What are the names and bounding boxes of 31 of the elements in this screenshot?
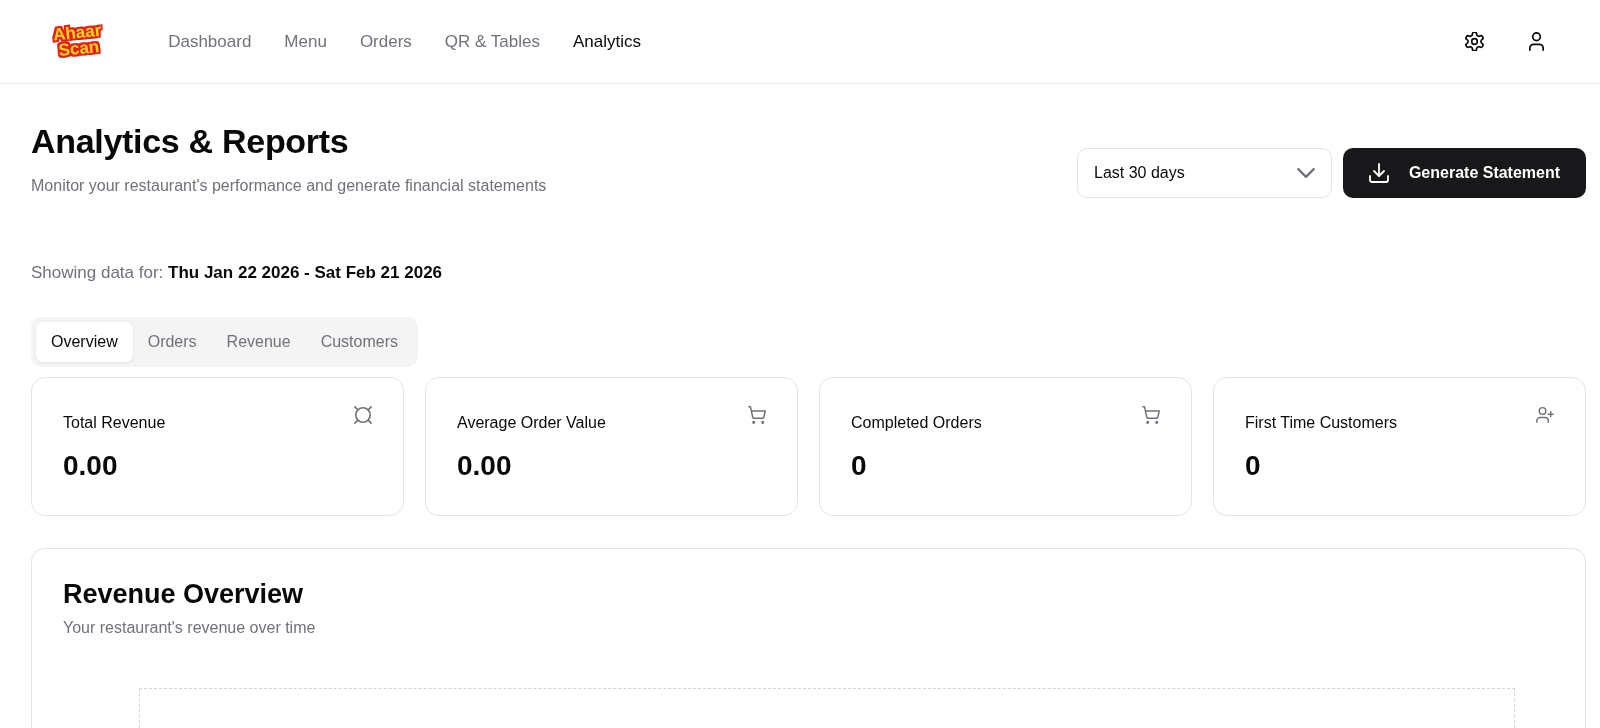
settings-icon [1464, 32, 1484, 51]
page-title: Analytics & Reports [31, 121, 350, 162]
tab[interactable]: Orders [132, 322, 212, 363]
nav-link[interactable]: QR & Tables [444, 28, 540, 55]
stat-label: Total Revenue [63, 413, 166, 434]
tab[interactable]: Revenue [211, 322, 306, 363]
date-range-select[interactable]: Last 30 days [1077, 147, 1332, 198]
nav-link[interactable]: Orders [359, 28, 412, 55]
cart-icon [748, 406, 766, 425]
stat-value: 0 [1245, 449, 1262, 483]
stat-label: Average Order Value [457, 413, 606, 434]
nav-link[interactable]: Analytics [573, 28, 641, 55]
stat-label: Completed Orders [851, 413, 982, 434]
card-title: Revenue Overview [63, 578, 305, 612]
stat-value: 0.00 [457, 449, 513, 483]
stat-value: 0 [851, 449, 868, 483]
download-icon [1368, 162, 1389, 183]
card-subtitle: Your restaurant's revenue over time [63, 618, 317, 639]
user-icon [1526, 32, 1546, 51]
page-subtitle: Monitor your restaurant's performance and generate financial statements [31, 175, 547, 196]
nav-link[interactable]: Menu [284, 28, 327, 55]
tab[interactable]: Overview [36, 322, 133, 363]
cart-icon [1142, 406, 1160, 425]
generate-statement-button[interactable]: Generate Statement [1343, 147, 1586, 198]
stat-value: 0.00 [63, 449, 119, 483]
user-plus-icon [1536, 406, 1554, 425]
currency-icon [354, 406, 372, 425]
tab[interactable]: Customers [305, 322, 413, 363]
stat-label: First Time Customers [1245, 413, 1397, 434]
nav-link[interactable]: Dashboard [168, 28, 252, 55]
date-range-text: Showing data for: Thu Jan 22 2026 - Sat Feb 21 2026 [31, 261, 444, 284]
